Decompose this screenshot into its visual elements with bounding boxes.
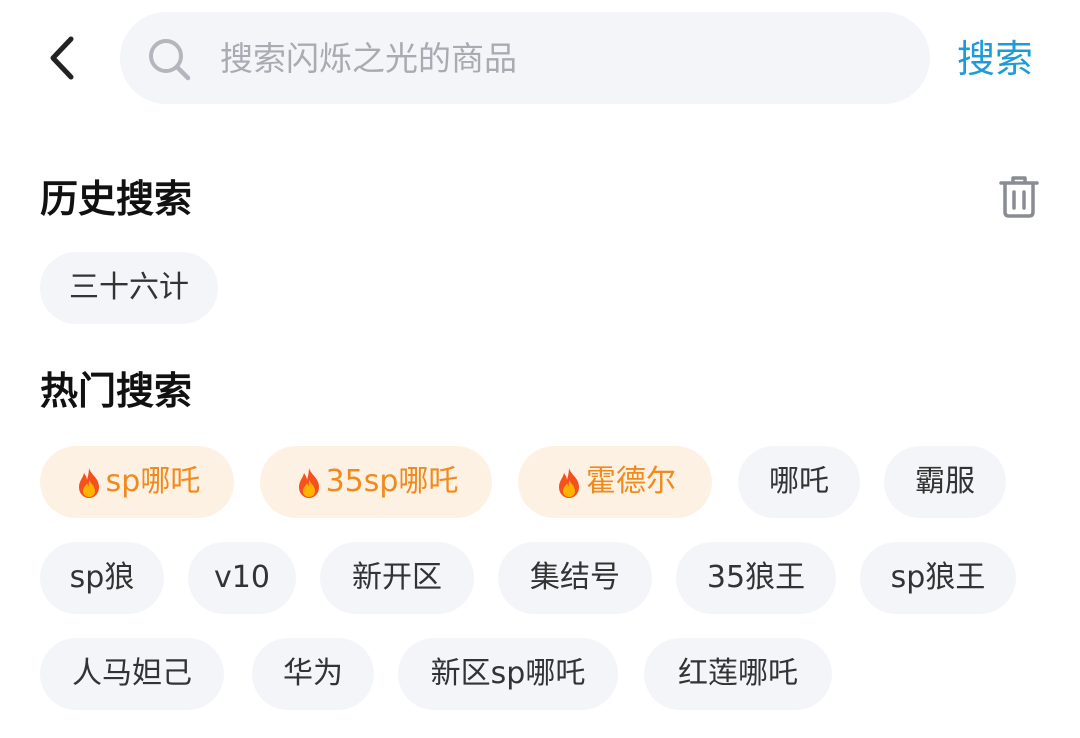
clear-history-button[interactable] bbox=[998, 174, 1040, 220]
hot-chip-label: 人马妲己 bbox=[72, 656, 192, 691]
hot-chip-label: 霍德尔 bbox=[586, 464, 676, 499]
history-chip-list: 三十六计 bbox=[40, 252, 218, 324]
search-icon bbox=[149, 39, 191, 81]
hot-chip-label: 新开区 bbox=[352, 560, 442, 595]
hot-chip-label: 新区sp哪吒 bbox=[430, 656, 586, 691]
hot-chip-label: 红莲哪吒 bbox=[678, 656, 798, 691]
hot-chip-label: 霸服 bbox=[915, 464, 975, 499]
hot-chip-label: 35sp哪吒 bbox=[325, 464, 459, 499]
hot-chip-label: sp狼王 bbox=[890, 560, 986, 595]
fire-icon bbox=[298, 468, 319, 498]
search-input[interactable] bbox=[220, 30, 910, 86]
hot-chip[interactable]: 新区sp哪吒 bbox=[398, 638, 618, 710]
hot-chip-label: 华为 bbox=[283, 656, 343, 691]
hot-chip-label: sp哪吒 bbox=[105, 464, 201, 499]
trash-icon bbox=[999, 176, 1039, 218]
hot-chip[interactable]: 霍德尔 bbox=[518, 446, 712, 518]
hot-chip[interactable]: 红莲哪吒 bbox=[644, 638, 832, 710]
hot-chip[interactable]: 华为 bbox=[252, 638, 374, 710]
hot-chip-label: sp狼 bbox=[69, 560, 135, 595]
fire-icon bbox=[559, 468, 579, 498]
history-section-title: 历史搜索 bbox=[40, 177, 193, 221]
search-header: 搜索 bbox=[0, 0, 1080, 118]
history-chip[interactable]: 三十六计 bbox=[40, 252, 218, 324]
hot-chip-row: 人马妲己 华为 新区sp哪吒 红莲哪吒 bbox=[40, 638, 832, 710]
hot-chip-label: 集结号 bbox=[530, 560, 620, 595]
hot-chip[interactable]: sp狼 bbox=[40, 542, 164, 614]
hot-chip[interactable]: 哪吒 bbox=[738, 446, 860, 518]
back-button[interactable] bbox=[34, 30, 90, 86]
hot-chip-label: 哪吒 bbox=[769, 464, 829, 499]
hot-chip[interactable]: 35狼王 bbox=[676, 542, 836, 614]
hot-chip[interactable]: 霸服 bbox=[884, 446, 1006, 518]
hot-chip-label: v10 bbox=[214, 560, 270, 595]
hot-chip[interactable]: sp狼王 bbox=[860, 542, 1016, 614]
search-button[interactable]: 搜索 bbox=[957, 34, 1033, 84]
fire-icon bbox=[78, 468, 99, 498]
hot-chip-row: sp哪吒 35sp哪吒 霍德尔 哪吒 霸服 bbox=[40, 446, 1006, 518]
search-box[interactable] bbox=[120, 12, 930, 104]
hot-chip[interactable]: v10 bbox=[188, 542, 296, 614]
hot-section-title: 热门搜索 bbox=[40, 369, 193, 413]
hot-chip[interactable]: sp哪吒 bbox=[40, 446, 234, 518]
hot-chip-label: 35狼王 bbox=[706, 560, 806, 595]
hot-chip[interactable]: 35sp哪吒 bbox=[260, 446, 492, 518]
hot-chip[interactable]: 集结号 bbox=[498, 542, 652, 614]
hot-chip[interactable]: 新开区 bbox=[320, 542, 474, 614]
hot-chip-row: sp狼 v10 新开区 集结号 35狼王 sp狼王 bbox=[40, 542, 1016, 614]
hot-chip[interactable]: 人马妲己 bbox=[40, 638, 224, 710]
chevron-left-icon bbox=[50, 36, 74, 80]
